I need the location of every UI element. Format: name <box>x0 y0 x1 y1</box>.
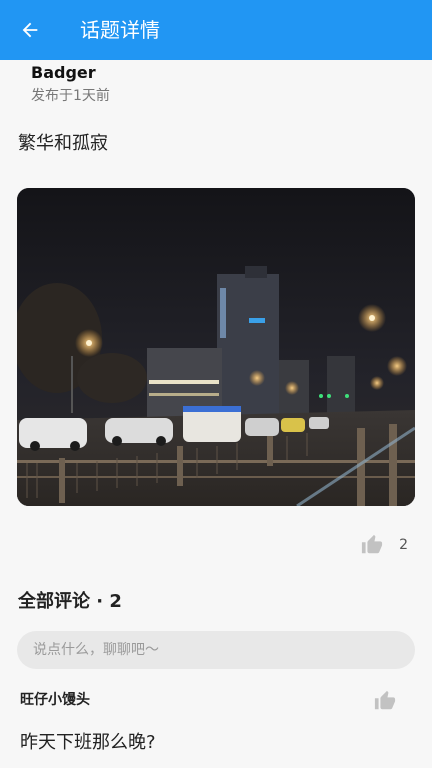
comment-input[interactable] <box>17 631 415 669</box>
arrow-back-icon <box>22 22 38 38</box>
page-title: 话题详情 <box>80 18 160 42</box>
post-time: 发布于1天前 <box>31 88 110 104</box>
post-text: 繁华和孤寂 <box>18 133 108 154</box>
back-button[interactable] <box>14 14 46 46</box>
comments-header: 全部评论 · 2 <box>18 591 122 612</box>
comment-text: 昨天下班那么晚? <box>20 732 156 753</box>
like-count: 2 <box>399 537 408 553</box>
app-bar: 话题详情 <box>0 0 432 60</box>
thumb-up-icon[interactable] <box>374 690 396 712</box>
post-image[interactable] <box>17 188 415 506</box>
thumb-up-icon[interactable] <box>361 534 383 556</box>
post-author[interactable]: Badger <box>31 62 96 84</box>
post-like-row: 2 <box>361 533 408 557</box>
comment-author[interactable]: 旺仔小馒头 <box>20 690 90 710</box>
